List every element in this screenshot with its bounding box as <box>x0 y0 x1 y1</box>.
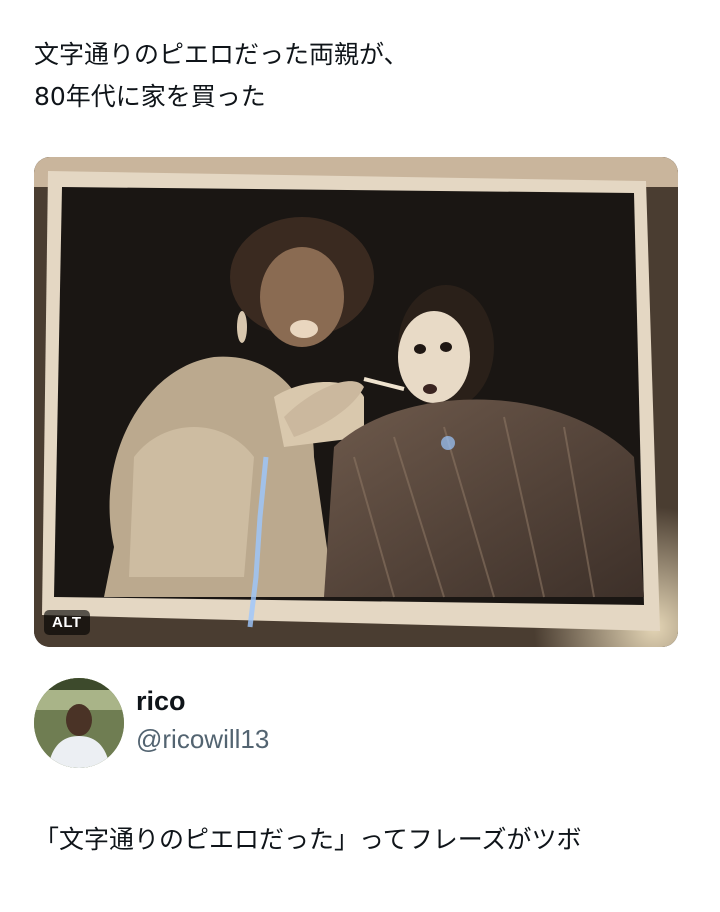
alt-text-badge[interactable]: ALT <box>44 610 90 635</box>
display-name[interactable]: rico <box>136 686 186 717</box>
photo-image <box>34 157 678 647</box>
user-handle[interactable]: @ricowill13 <box>136 724 269 755</box>
reply-text: 「文字通りのピエロだった」ってフレーズがツボ <box>34 825 582 854</box>
avatar[interactable] <box>34 678 124 768</box>
post-text: 文字通りのピエロだった両親が、 80年代に家を買った <box>34 40 409 111</box>
post-photo[interactable]: ALT <box>34 157 678 647</box>
author-row[interactable]: rico @ricowill13 <box>34 678 634 768</box>
avatar-image <box>34 678 124 768</box>
